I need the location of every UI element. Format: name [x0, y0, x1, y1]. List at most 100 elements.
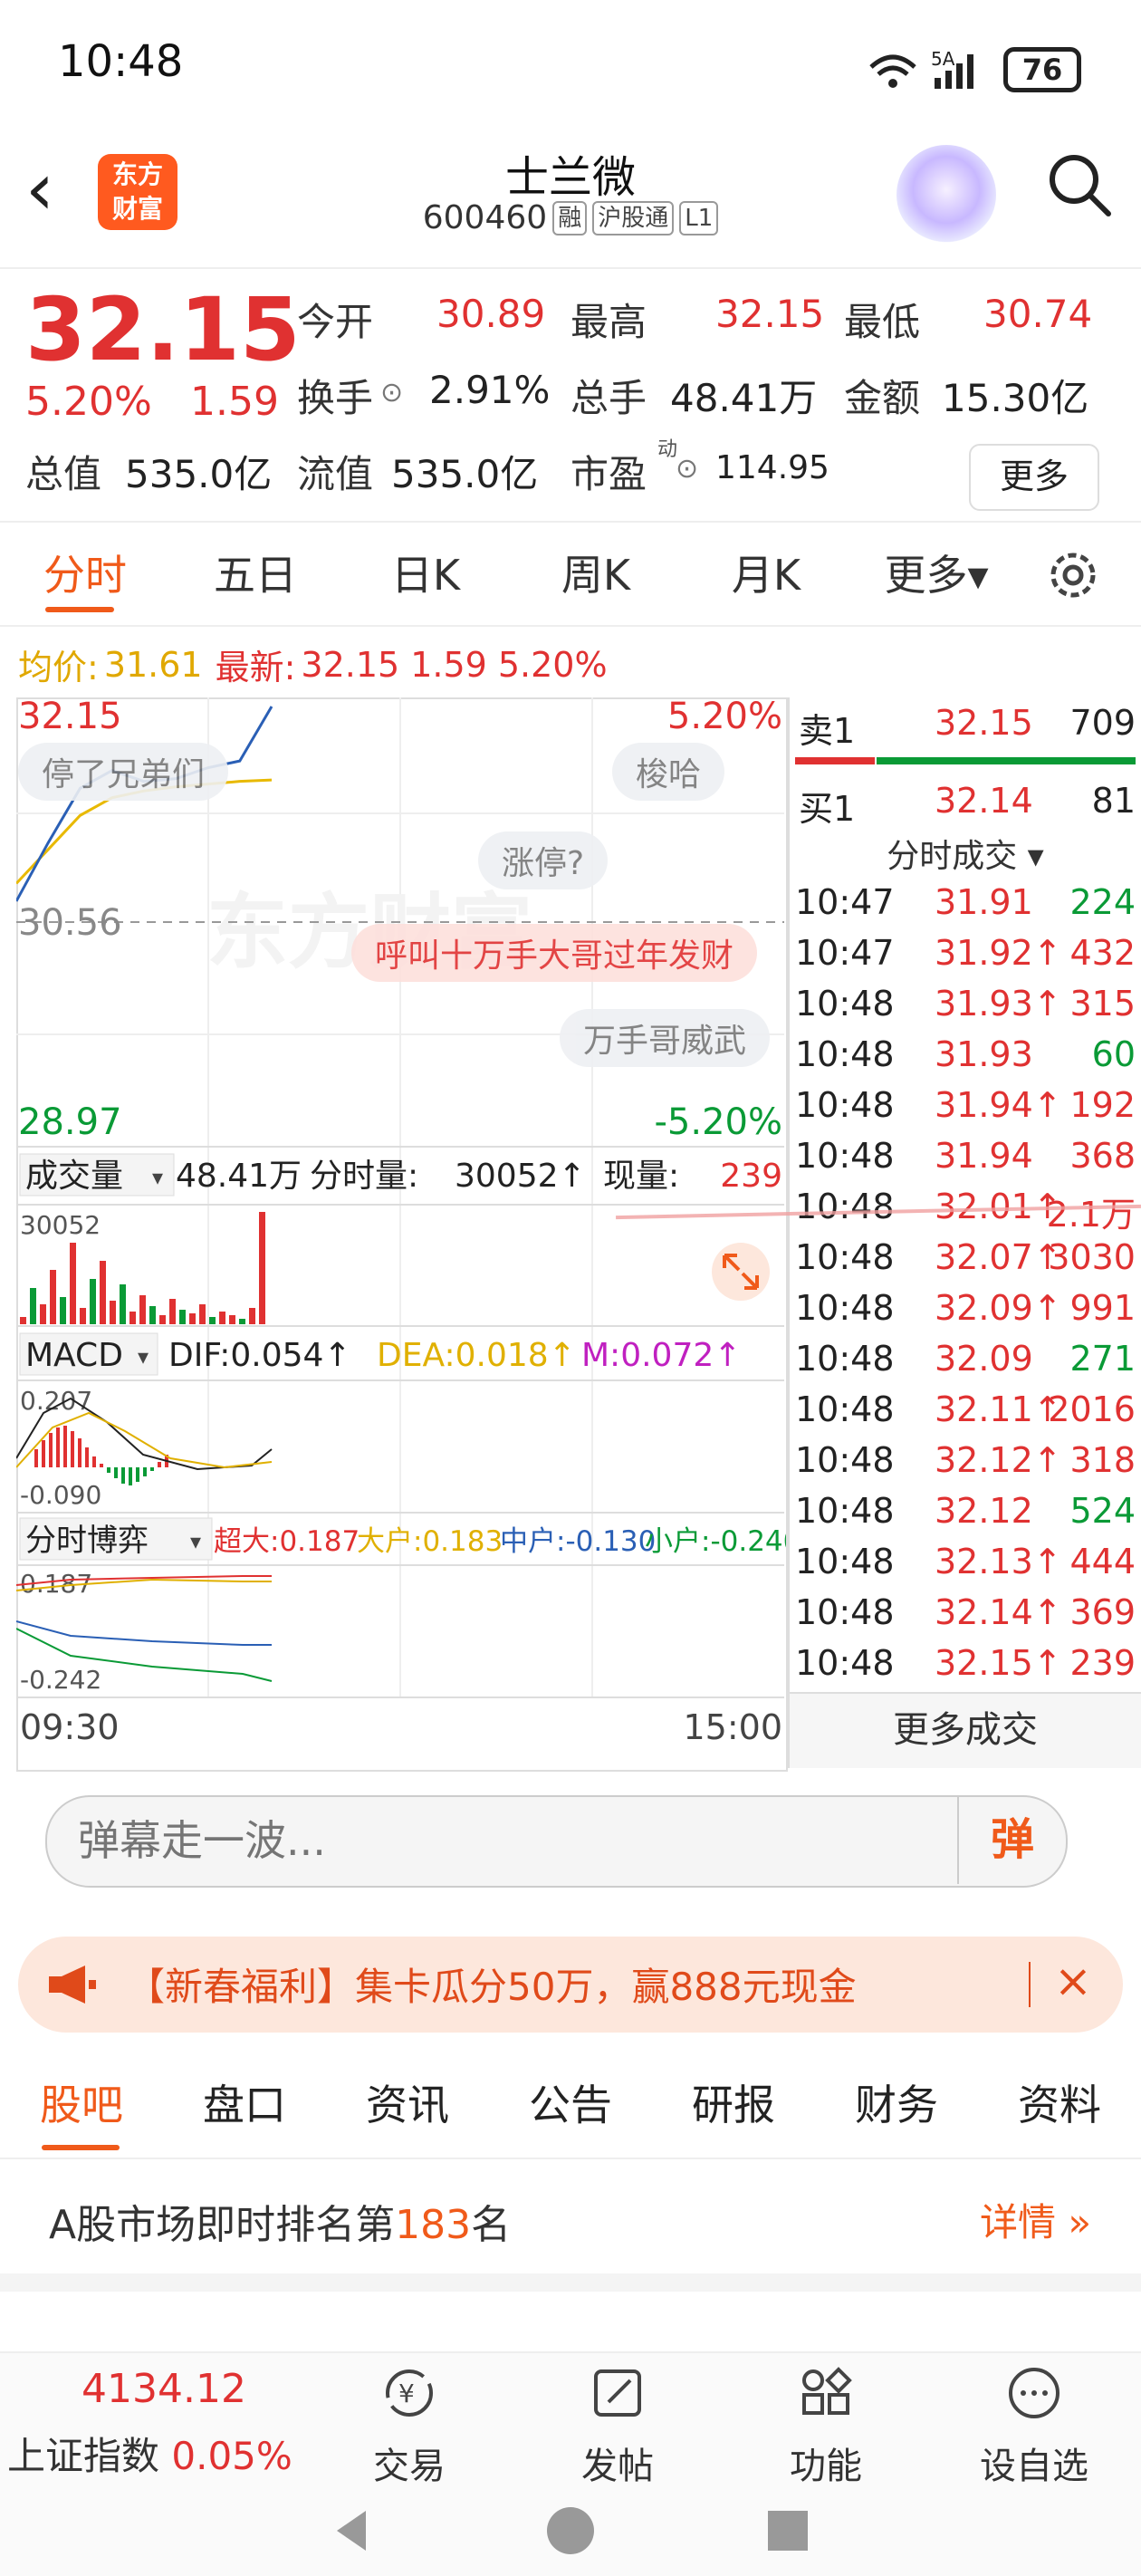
volume-bar	[149, 1306, 156, 1324]
macd-bar	[114, 1467, 118, 1478]
trade-volume: 192	[1069, 1085, 1136, 1125]
pe-info-icon[interactable]: ⊙	[676, 453, 698, 485]
trades-title[interactable]: 分时成交 ▾	[790, 830, 1141, 877]
amount-value: 15.30亿	[942, 376, 1089, 420]
rank-detail-link[interactable]: 详情 »	[980, 2192, 1091, 2247]
intraday-chart: 东方财富 32.15 5.20% 30.56 28.97 -5.20% 成交量 …	[16, 697, 786, 1747]
more-button[interactable]: 更多	[969, 444, 1099, 511]
gear-icon[interactable]	[1041, 543, 1105, 607]
macd-bar	[63, 1426, 67, 1467]
info-icon[interactable]: ⊙	[380, 377, 403, 409]
content-tabs: 股吧 盘口 资讯 公告 研报 财务 资料	[0, 2052, 1141, 2159]
trade-time: 10:48	[795, 984, 895, 1024]
volume-total: 48.41万	[176, 1158, 302, 1195]
status-time: 10:48	[58, 36, 184, 87]
buy1-label: 买1	[799, 789, 856, 829]
volume-value: 48.41万	[670, 376, 818, 420]
tab-announcements[interactable]: 公告	[489, 2052, 652, 2158]
macd-bar	[85, 1447, 89, 1467]
trade-icon: ¥	[386, 2369, 433, 2417]
robot-avatar[interactable]	[896, 145, 996, 245]
volume-bar	[80, 1308, 86, 1324]
tab-more[interactable]: 更多▾	[851, 525, 1021, 625]
nav-functions-label: 功能	[790, 2446, 862, 2487]
back-button[interactable]: ‹	[25, 153, 89, 230]
danmu-bubble[interactable]: 梭哈	[612, 743, 725, 801]
macd-selector[interactable]: MACD	[25, 1337, 123, 1374]
tab-weekly-k[interactable]: 周K	[511, 525, 681, 625]
dropdown-icon: ▾	[190, 1529, 201, 1554]
app-logo: 东方 财富	[98, 154, 177, 230]
stock-name: 士兰微	[504, 152, 636, 203]
tab-profile[interactable]: 资料	[978, 2052, 1141, 2158]
stock-header: ‹ 东方 财富 士兰微 600460 融 沪股通 L1	[0, 136, 1141, 269]
svg-text:¥: ¥	[398, 2379, 415, 2408]
index-value[interactable]: 4134.12	[82, 2366, 246, 2412]
danmu-send-button[interactable]: 弹	[957, 1795, 1066, 1884]
double-chevron-icon: »	[1056, 2200, 1092, 2244]
tab-forum[interactable]: 股吧	[0, 2052, 163, 2158]
tab-daily-k[interactable]: 日K	[340, 525, 511, 625]
top-percent: 5.20%	[667, 697, 782, 737]
index-name-line[interactable]: 上证指数 0.05%	[7, 2426, 292, 2481]
system-home-icon[interactable]	[543, 2504, 598, 2558]
system-back-icon[interactable]	[326, 2504, 380, 2558]
promo-divider	[1029, 1962, 1031, 2007]
trade-price: 31.93	[935, 1034, 1033, 1074]
buy1-price: 32.14	[935, 781, 1033, 821]
amount-label: 金额	[844, 376, 921, 420]
tab-five-day[interactable]: 五日	[170, 525, 340, 625]
nav-functions[interactable]: 功能	[762, 2364, 889, 2489]
trade-time: 10:48	[795, 1237, 895, 1277]
dropdown-icon: ▾	[138, 1344, 149, 1370]
trade-price: 32.09	[935, 1339, 1033, 1379]
nav-trade[interactable]: ¥ 交易	[346, 2364, 473, 2489]
macd-bar	[150, 1467, 154, 1471]
volume-selector[interactable]: 成交量	[25, 1158, 123, 1195]
tab-research[interactable]: 研报	[652, 2052, 815, 2158]
tab-monthly-k[interactable]: 月K	[681, 525, 851, 625]
trade-time: 10:48	[795, 1187, 895, 1226]
tab-news[interactable]: 资讯	[326, 2052, 489, 2158]
danmu-bubble[interactable]: 停了兄弟们	[18, 743, 229, 801]
turnover-label: 换手	[297, 376, 374, 420]
volume-bar	[100, 1261, 106, 1324]
tab-intraday[interactable]: 分时	[0, 525, 170, 625]
danmu-bubble[interactable]: 万手哥威武	[560, 1009, 771, 1067]
more-trades-button[interactable]: 更多成交	[790, 1692, 1141, 1768]
top-price: 32.15	[18, 697, 122, 737]
volume-bar	[209, 1317, 216, 1324]
game-bottom: -0.242	[20, 1665, 101, 1695]
volume-now: 239	[720, 1158, 782, 1195]
danmu-input[interactable]	[76, 1808, 895, 1873]
promo-text[interactable]: 【新春福利】集卡瓜分50万，赢888元现金	[127, 1956, 857, 2012]
macd-bar	[42, 1440, 45, 1467]
chart-tabs: 分时 五日 日K 周K 月K 更多▾	[0, 525, 1141, 627]
mcap-value: 535.0亿	[125, 452, 273, 496]
nav-post[interactable]: 发帖	[554, 2364, 681, 2489]
buy1-row: 买1 32.14 81	[790, 781, 1141, 831]
macd-bar	[34, 1449, 38, 1467]
latest-label: 最新:	[215, 648, 296, 687]
close-icon[interactable]: ×	[1054, 1955, 1092, 2007]
volume-bar	[229, 1315, 235, 1324]
trade-time: 10:48	[795, 1389, 895, 1429]
grid-icon	[802, 2367, 852, 2415]
quote-panel: 32.15 5.20% 1.59 今开 30.89 最高 32.15 最低 30…	[0, 272, 1141, 523]
game-selector[interactable]: 分时博弈	[25, 1523, 149, 1559]
sell1-label: 卖1	[799, 711, 856, 751]
volume-bar	[189, 1313, 196, 1324]
system-recents-icon[interactable]	[761, 2504, 815, 2558]
danmu-bubble[interactable]: 涨停?	[478, 831, 609, 889]
tab-market[interactable]: 盘口	[163, 2052, 326, 2158]
tab-finance[interactable]: 财务	[815, 2052, 978, 2158]
nav-watchlist[interactable]: 设自选	[971, 2364, 1098, 2489]
danmu-bubble[interactable]: 呼叫十万手大哥过年发财	[351, 924, 758, 982]
avg-value: 31.61	[103, 644, 203, 685]
search-icon[interactable]	[1043, 149, 1116, 221]
trade-price: 32.09↑	[935, 1288, 1062, 1328]
tag-connect: 沪股通	[592, 200, 675, 235]
volume-bar	[129, 1312, 136, 1324]
expand-icon[interactable]	[712, 1243, 770, 1301]
low-value: 30.74	[983, 292, 1093, 336]
